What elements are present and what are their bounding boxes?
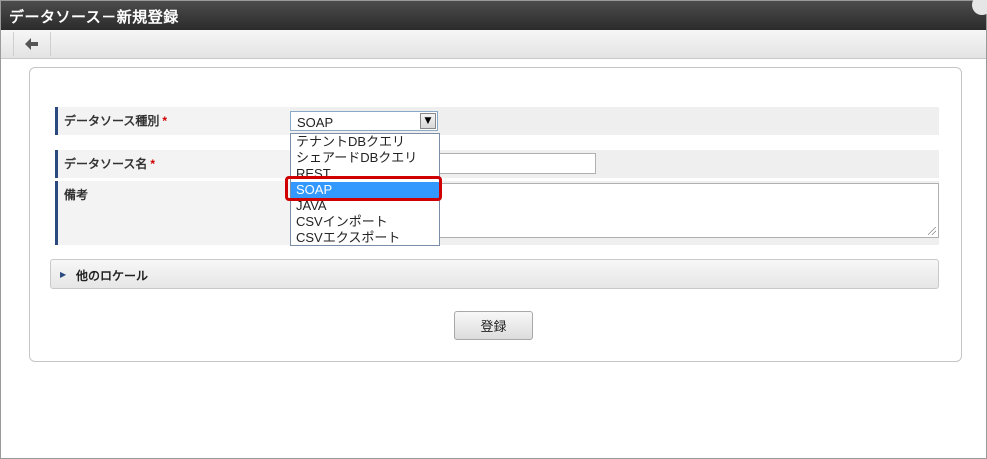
other-locale-label: 他のロケール: [76, 269, 149, 283]
datasource-name-input[interactable]: [439, 153, 596, 174]
dropdown-option-csv-import[interactable]: CSVインポート: [291, 214, 439, 230]
caret-right-icon: ▶: [60, 270, 67, 279]
dropdown-option-tenant-db[interactable]: テナントDBクエリ: [291, 134, 439, 150]
row-datasource-type: データソース種別 *: [55, 107, 939, 135]
window-title: データソース－新規登録: [9, 8, 179, 26]
datasource-type-label-text: データソース種別: [64, 114, 160, 128]
datasource-name-label-text: データソース名: [64, 157, 148, 171]
back-button[interactable]: [13, 32, 51, 56]
dropdown-option-java[interactable]: JAVA: [291, 198, 439, 214]
dropdown-option-shared-db[interactable]: シェアードDBクエリ: [291, 150, 439, 166]
note-label-text: 備考: [64, 188, 89, 202]
required-mark: *: [150, 157, 156, 171]
datasource-type-dropdown: テナントDBクエリ シェアードDBクエリ REST SOAP JAVA CSVイ…: [290, 133, 440, 246]
datasource-type-selected: SOAP: [297, 115, 334, 130]
resize-grip-icon[interactable]: [928, 227, 936, 235]
datasource-name-label: データソース名 *: [55, 150, 290, 178]
arrow-left-icon: [25, 38, 38, 50]
toolbar: [1, 30, 986, 59]
chevron-down-icon[interactable]: ▼: [420, 113, 436, 129]
title-bar: データソース－新規登録: [1, 0, 987, 30]
other-locale-toggle[interactable]: ▶ 他のロケール: [50, 259, 939, 289]
note-label: 備考: [55, 181, 290, 245]
register-button[interactable]: 登録: [454, 311, 533, 340]
dropdown-option-rest[interactable]: REST: [291, 166, 439, 182]
dropdown-option-soap[interactable]: SOAP: [291, 182, 439, 198]
dropdown-option-csv-export[interactable]: CSVエクスポート: [291, 230, 439, 246]
window-corner: [972, 0, 987, 15]
datasource-type-select[interactable]: SOAP ▼: [290, 111, 438, 131]
note-textarea[interactable]: [439, 183, 939, 238]
required-mark: *: [162, 114, 168, 128]
datasource-type-label: データソース種別 *: [55, 107, 290, 135]
